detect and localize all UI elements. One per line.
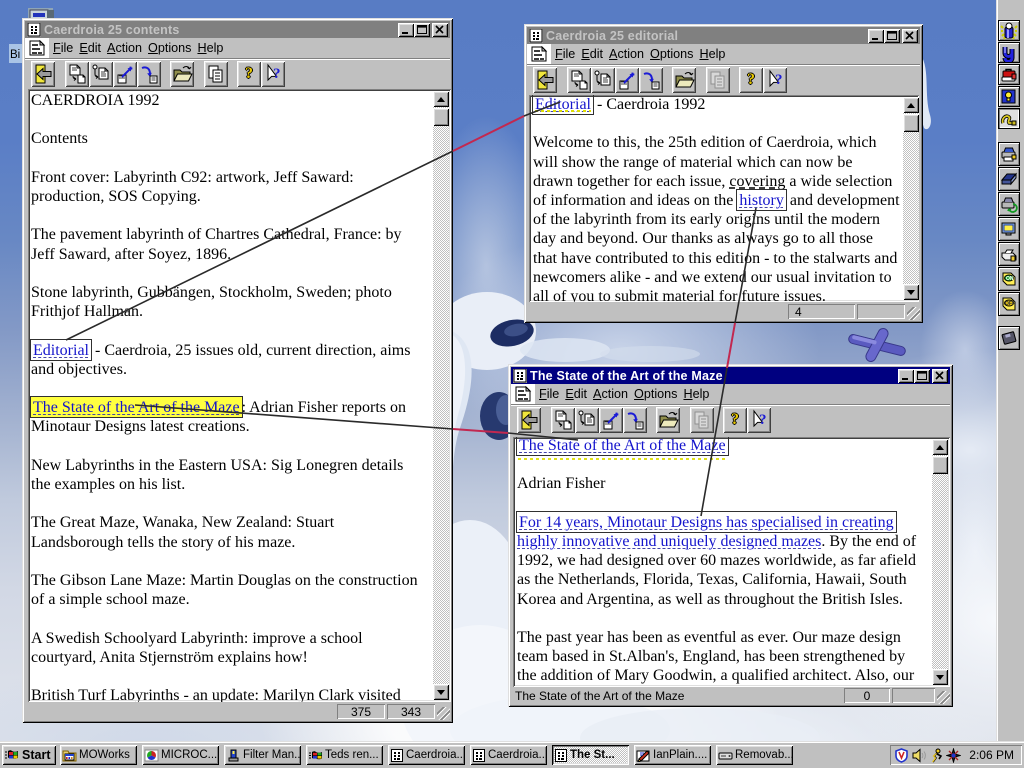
svg-text:ON: ON <box>1006 276 1014 282</box>
svg-text:OFF: OFF <box>1005 301 1015 307</box>
svg-text:Bi: Bi <box>10 49 20 61</box>
svg-text:?: ? <box>759 412 767 428</box>
svg-text:?: ? <box>273 66 281 82</box>
svg-text:?: ? <box>775 72 783 88</box>
